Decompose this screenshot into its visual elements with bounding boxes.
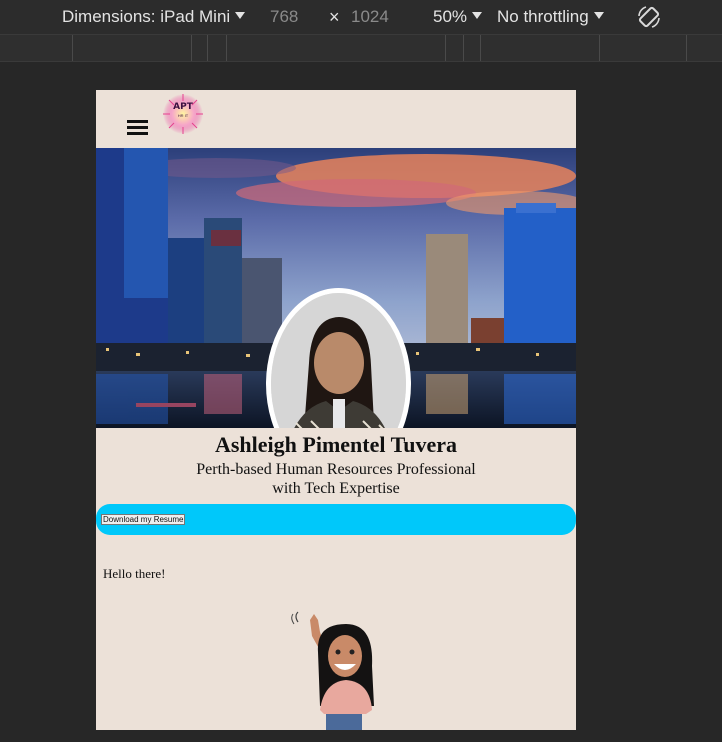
- throttling-label: No throttling: [497, 7, 589, 26]
- hamburger-menu-icon[interactable]: [127, 120, 148, 135]
- times-icon: ×: [329, 7, 340, 27]
- site-logo[interactable]: APT HR IT: [162, 93, 204, 135]
- chevron-down-icon: [235, 12, 246, 19]
- device-height-input[interactable]: 1024: [351, 7, 389, 27]
- device-dimensions-dropdown[interactable]: Dimensions: iPad Mini: [62, 7, 246, 27]
- device-dimensions-label: Dimensions: iPad Mini: [62, 7, 231, 26]
- subtitle-line-1: Perth-based Human Resources Professional: [196, 461, 476, 478]
- greeting-text: Hello there!: [103, 566, 166, 581]
- profile-subtitle: Perth-based Human Resources Professional…: [136, 460, 536, 498]
- hero-cityscape-image: [96, 148, 576, 428]
- chevron-down-icon: [593, 12, 604, 19]
- zoom-label: 50%: [433, 7, 468, 26]
- subtitle-line-2: with Tech Expertise: [272, 480, 400, 497]
- device-width-input[interactable]: 768: [270, 7, 298, 27]
- throttling-dropdown[interactable]: No throttling: [497, 7, 604, 27]
- device-viewport: APT HR IT Ashleigh Pimentel Tuvera Perth…: [96, 90, 576, 730]
- logo-text: APT: [173, 102, 193, 112]
- profile-name: Ashleigh Pimentel Tuvera: [214, 432, 457, 457]
- waving-avatar-image: [290, 610, 382, 730]
- zoom-dropdown[interactable]: 50%: [433, 7, 483, 27]
- rotate-icon[interactable]: [636, 4, 662, 35]
- chevron-down-icon: [472, 12, 483, 19]
- media-query-ruler: [0, 34, 722, 62]
- resume-banner: Download my Resume: [96, 504, 576, 535]
- device-toolbar: Dimensions: iPad Mini 768 × 1024 50% No …: [0, 0, 722, 34]
- logo-subtext: HR IT: [177, 113, 189, 118]
- download-resume-button[interactable]: Download my Resume: [101, 514, 186, 525]
